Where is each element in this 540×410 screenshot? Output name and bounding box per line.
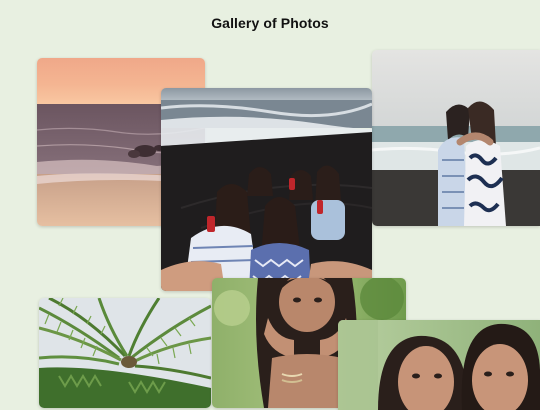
gallery-title: Gallery of Photos <box>211 15 329 31</box>
photo-palm-tree[interactable] <box>39 298 211 408</box>
photo-two-girls-selfie[interactable] <box>338 320 540 410</box>
photo-two-girls-hugging[interactable] <box>372 50 540 226</box>
photo-group-on-beach[interactable] <box>161 88 372 291</box>
